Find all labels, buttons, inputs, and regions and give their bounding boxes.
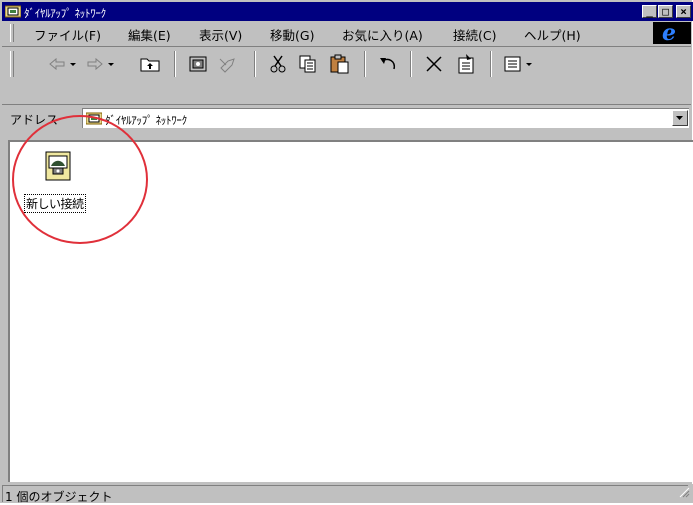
new-connection-label: 新しい接続 [24,194,86,213]
chevron-down-icon [676,116,683,120]
new-connection-icon [42,150,74,185]
toolbar-separator [364,51,366,77]
paste-button[interactable] [328,53,352,75]
dial-up-folder-icon [4,4,22,21]
standard-toolbar [2,46,691,81]
views-icon [504,56,532,72]
disconnect-button[interactable] [216,53,240,75]
menu-view[interactable]: 表示(V) [199,25,242,44]
menu-favorites[interactable]: お気に入り(A) [342,25,423,44]
ie-logo-icon: e [662,20,676,46]
undo-button[interactable] [376,53,400,75]
title-bar[interactable]: ﾀﾞｲﾔﾙｱｯﾌﾟ ﾈｯﾄﾜｰｸ _ □ × [2,2,693,21]
properties-button[interactable] [454,53,478,75]
forward-button[interactable] [84,53,114,75]
explorer-window: ﾀﾞｲﾔﾙｱｯﾌﾟ ﾈｯﾄﾜｰｸ _ □ × ファイル(F) 編集(E) 表示(… [0,0,693,504]
address-dropdown-button[interactable] [672,110,688,126]
menu-file[interactable]: ファイル(F) [34,25,101,44]
window-title: ﾀﾞｲﾔﾙｱｯﾌﾟ ﾈｯﾄﾜｰｸ [24,7,106,20]
back-button[interactable] [46,53,76,75]
copy-icon [299,55,316,73]
disconnect-icon [219,58,235,73]
forward-icon [87,57,114,71]
status-bar: 1 個のオブジェクト [0,484,693,504]
toolbar-separator [174,51,176,77]
paste-icon [330,54,349,74]
menu-help[interactable]: ヘルプ(H) [524,25,581,44]
views-button[interactable] [502,53,542,75]
up-button[interactable] [138,53,162,75]
back-icon [49,57,76,71]
minimize-button[interactable]: _ [642,5,657,18]
cut-icon [270,55,286,73]
map-drive-button[interactable] [186,53,210,75]
undo-icon [380,58,396,70]
status-pane: 1 個のオブジェクト [2,485,688,504]
up-folder-icon [140,58,160,72]
menu-bar: ファイル(F) 編集(E) 表示(V) 移動(G) お気に入り(A) 接続(C)… [2,20,691,46]
menu-edit[interactable]: 編集(E) [128,25,171,44]
file-view[interactable]: 新しい接続 [8,140,693,482]
toolbar-separator [490,51,492,77]
new-connection-item[interactable]: 新しい接続 [22,150,112,213]
address-bar: アドレス ﾀﾞｲﾔﾙｱｯﾌﾟ ﾈｯﾄﾜｰｸ [2,104,691,131]
cut-button[interactable] [266,53,290,75]
ie-throbber: e [653,20,691,46]
map-drive-icon [189,56,207,72]
dial-up-folder-icon [85,111,103,128]
menu-grip[interactable] [10,24,14,42]
properties-icon [458,54,474,74]
toolbar-separator [254,51,256,77]
delete-icon [426,56,442,72]
delete-button[interactable] [422,53,446,75]
toolbar-grip[interactable] [10,51,14,77]
maximize-button[interactable]: □ [658,5,673,18]
address-value: ﾀﾞｲﾔﾙｱｯﾌﾟ ﾈｯﾄﾜｰｸ [105,114,187,127]
toolbar-separator [410,51,412,77]
menu-go[interactable]: 移動(G) [270,25,314,44]
resize-grip-icon[interactable] [678,486,690,501]
address-label: アドレス [10,113,59,127]
status-text: 1 個のオブジェクト [5,490,113,504]
menu-connect[interactable]: 接続(C) [453,25,496,44]
close-button[interactable]: × [676,5,691,18]
address-input[interactable]: ﾀﾞｲﾔﾙｱｯﾌﾟ ﾈｯﾄﾜｰｸ [82,108,689,128]
copy-button[interactable] [296,53,320,75]
